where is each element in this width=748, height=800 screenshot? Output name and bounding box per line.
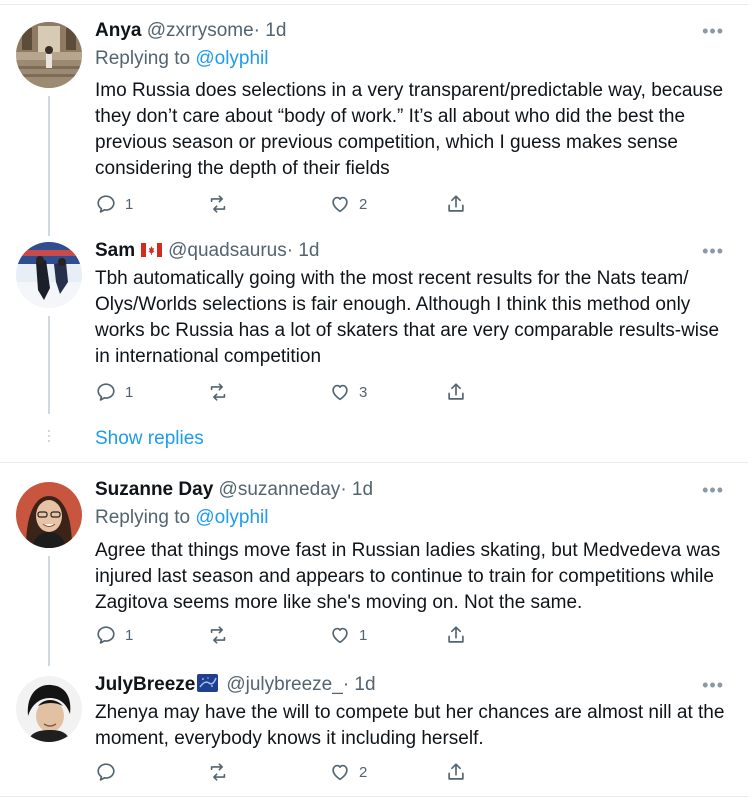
like-button[interactable]: 3: [329, 380, 367, 404]
skating-emoji-icon: [197, 674, 219, 692]
tweet-header: Sam @quadsaurus· 1d: [95, 238, 319, 264]
replying-to-link[interactable]: @olyphil: [195, 48, 268, 69]
reply-count: 1: [125, 626, 134, 644]
reply-count: 1: [125, 383, 134, 401]
thread-line: [48, 96, 50, 234]
like-button[interactable]: 1: [329, 623, 367, 647]
tweet-header: Anya @zxrrysome· 1d: [95, 18, 286, 44]
timestamp[interactable]: · 1d: [287, 240, 320, 261]
more-options-icon[interactable]: •••: [702, 676, 724, 694]
share-button[interactable]: [445, 380, 467, 404]
like-button[interactable]: 2: [329, 192, 367, 216]
retweet-button[interactable]: [207, 760, 237, 784]
reply-icon: [97, 195, 115, 213]
retweet-button[interactable]: [207, 192, 237, 216]
more-options-icon[interactable]: •••: [702, 481, 724, 499]
retweet-button[interactable]: [207, 623, 237, 647]
share-button[interactable]: [445, 623, 467, 647]
reply-icon: [97, 626, 115, 644]
tweet-actions: 1 3: [95, 380, 475, 404]
tweet-actions: 1 1: [95, 623, 475, 647]
thread-line-connector: [48, 222, 50, 236]
replying-to-link[interactable]: @olyphil: [195, 507, 268, 528]
timestamp[interactable]: · 1d: [340, 479, 373, 500]
more-options-icon[interactable]: •••: [702, 242, 724, 260]
tweet-text: Imo Russia does selections in a very tra…: [95, 80, 724, 179]
tweet-text: Zhenya may have the will to compete but …: [95, 702, 725, 749]
replying-to: Replying to @olyphil: [95, 46, 269, 72]
tweet-actions: 1 2: [95, 192, 475, 216]
tweet-header: Suzanne Day @suzanneday· 1d: [95, 477, 373, 503]
heart-icon: [332, 384, 348, 401]
retweet-icon: [210, 383, 226, 401]
timestamp[interactable]: · 1d: [343, 674, 376, 695]
like-count: 2: [359, 195, 368, 213]
avatar-anya[interactable]: [16, 22, 82, 88]
thread-line: [48, 556, 50, 666]
tweet-actions: 2: [95, 760, 475, 784]
replying-to-label: Replying to: [95, 507, 191, 528]
avatar-julybreeze[interactable]: [16, 676, 82, 742]
reply-count: 1: [125, 195, 134, 213]
timestamp[interactable]: · 1d: [254, 20, 287, 41]
author-name[interactable]: Suzanne Day: [95, 479, 213, 500]
more-options-icon[interactable]: •••: [702, 22, 724, 40]
share-icon: [448, 195, 464, 212]
author-name[interactable]: Anya: [95, 20, 141, 41]
heart-icon: [332, 627, 348, 644]
reply-button[interactable]: 1: [95, 623, 133, 647]
author-name[interactable]: JulyBreeze: [95, 674, 195, 695]
reply-button[interactable]: 1: [95, 192, 133, 216]
share-button[interactable]: [445, 192, 467, 216]
author-handle[interactable]: @suzanneday: [219, 479, 341, 500]
like-count: 3: [359, 383, 368, 401]
like-count: 1: [359, 626, 368, 644]
top-divider: [0, 4, 748, 5]
replying-to: Replying to @olyphil: [95, 505, 269, 531]
author-name[interactable]: Sam: [95, 240, 135, 261]
heart-icon: [332, 764, 348, 781]
author-handle[interactable]: @julybreeze_: [226, 674, 342, 695]
reply-icon: [97, 383, 115, 401]
avatar-suzanne-day[interactable]: [16, 482, 82, 548]
retweet-button[interactable]: [207, 380, 237, 404]
like-button[interactable]: 2: [329, 760, 367, 784]
retweet-icon: [210, 626, 226, 644]
canada-flag-icon: [141, 243, 163, 257]
divider: [0, 462, 748, 463]
share-button[interactable]: [445, 760, 467, 784]
thread-dots: [48, 430, 50, 445]
replying-to-label: Replying to: [95, 48, 191, 69]
retweet-icon: [210, 763, 226, 781]
reply-button[interactable]: [95, 760, 125, 784]
heart-icon: [332, 196, 348, 213]
like-count: 2: [359, 763, 368, 781]
bottom-divider: [0, 796, 748, 797]
avatar-sam[interactable]: [16, 242, 82, 308]
author-handle[interactable]: @quadsaurus: [168, 240, 287, 261]
tweet-header: JulyBreeze @julybreeze_· 1d: [95, 672, 376, 698]
tweet-text: Tbh automatically going with the most re…: [95, 268, 720, 367]
retweet-icon: [210, 195, 226, 213]
reply-button[interactable]: 1: [95, 380, 133, 404]
share-icon: [448, 763, 464, 780]
author-handle[interactable]: @zxrrysome: [147, 20, 254, 41]
tweet-text: Agree that things move fast in Russian l…: [95, 540, 721, 613]
reply-icon: [97, 763, 115, 781]
share-icon: [448, 626, 464, 643]
show-replies-link[interactable]: Show replies: [95, 428, 204, 450]
thread-line: [48, 316, 50, 414]
share-icon: [448, 383, 464, 400]
